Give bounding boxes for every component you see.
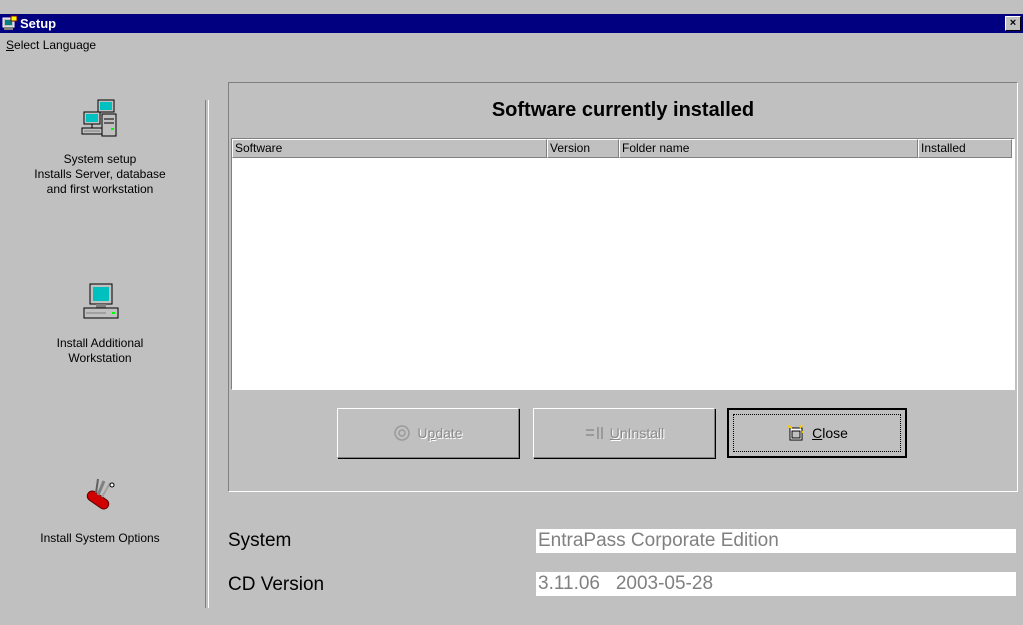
network-computers-icon [81, 99, 117, 137]
title-bar: Setup × [0, 14, 1023, 33]
menu-mnemonic: S [6, 38, 15, 52]
tools-icon [86, 478, 115, 510]
uninstall-label-post: nInstall [619, 425, 665, 441]
system-setup-description-2: and first workstation [46, 182, 154, 196]
setup-app-icon [2, 15, 18, 30]
installed-software-list[interactable]: Software Version Folder name Installed [231, 138, 1015, 390]
system-setup-description: Installs Server, database [34, 167, 166, 181]
column-header-version[interactable]: Version [547, 139, 619, 158]
window-title: Setup [20, 16, 57, 31]
window-close-button[interactable]: × [1005, 16, 1021, 31]
menu-select-language[interactable]: Select Language [6, 38, 96, 52]
update-button[interactable]: Update [337, 408, 519, 458]
cd-version-label: CD Version [228, 574, 325, 595]
uninstall-mnemonic: U [609, 425, 620, 441]
focus-rectangle [733, 414, 901, 452]
system-setup-label: System setup [63, 152, 137, 166]
system-value: EntraPass Corporate Edition [536, 529, 1016, 553]
computer-icon [83, 283, 119, 319]
column-header-folder-name[interactable]: Folder name [619, 139, 918, 158]
menu-label: elect Language [14, 38, 97, 52]
panel-title: Software currently installed [491, 99, 755, 121]
column-header-software[interactable]: Software [232, 139, 547, 158]
list-header-row: Software Version Folder name Installed [232, 139, 1014, 158]
uninstall-icon [585, 427, 603, 439]
uninstall-label: UnInstall [610, 425, 664, 441]
uninstall-button[interactable]: UnInstall [533, 408, 715, 458]
update-label-post: date [435, 425, 463, 441]
system-options-label: Install System Options [40, 531, 160, 545]
update-label: Update [417, 425, 462, 441]
close-button[interactable]: Close [727, 408, 907, 458]
additional-workstation-option[interactable]: Install Additional Workstation [0, 282, 200, 366]
update-icon [394, 425, 411, 441]
additional-workstation-label-2: Workstation [68, 351, 132, 365]
update-label-pre: U [417, 425, 428, 441]
additional-workstation-label-1: Install Additional [56, 336, 144, 350]
cd-version-value: 3.11.06 2003-05-28 [536, 572, 1016, 596]
system-options-option[interactable]: Install System Options [0, 473, 200, 546]
vertical-divider [205, 100, 209, 608]
column-header-installed[interactable]: Installed [918, 139, 1012, 158]
system-setup-option[interactable]: System setup Installs Server, database a… [0, 98, 200, 197]
system-label: System [228, 530, 292, 551]
menu-bar: Select Language [0, 35, 1023, 57]
installed-software-panel: Software currently installed Software Ve… [228, 82, 1018, 492]
setup-window: Setup × Select Language System setup Ins… [0, 0, 1023, 625]
